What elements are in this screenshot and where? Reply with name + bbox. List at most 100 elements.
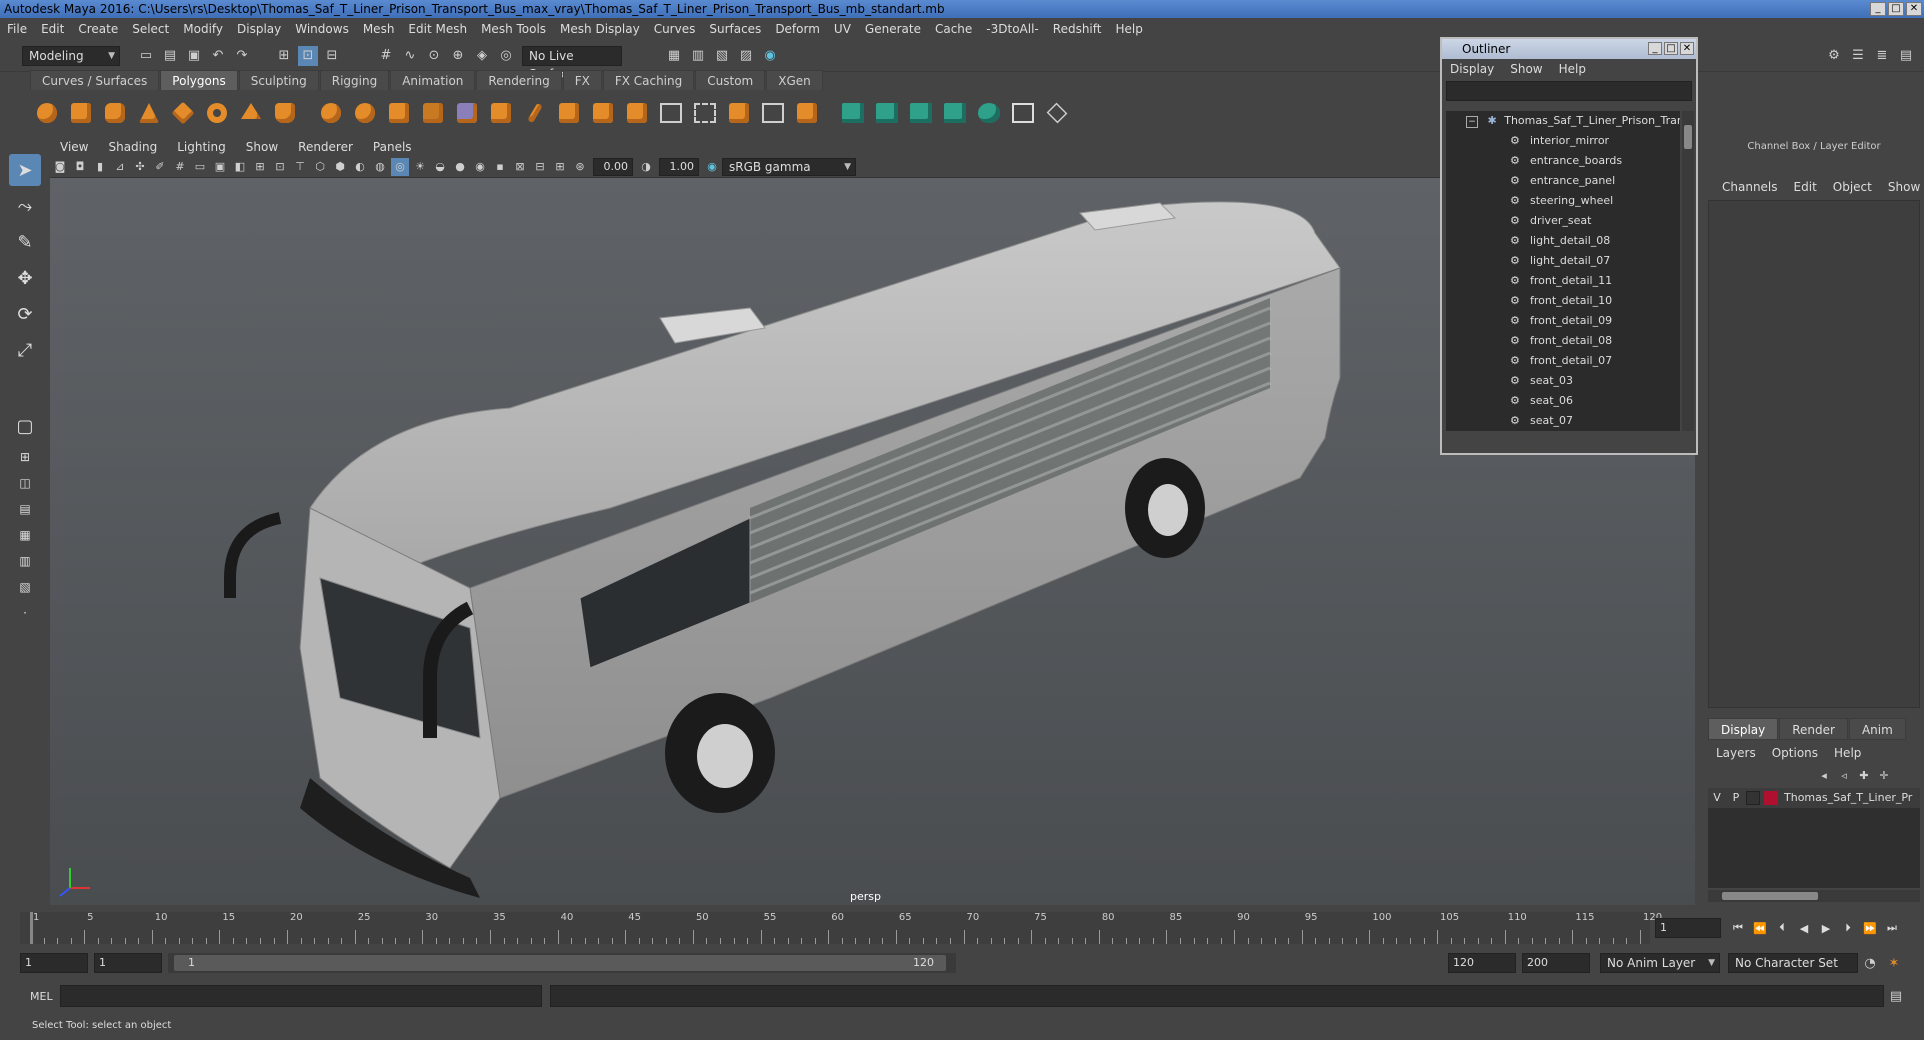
workspace-icon[interactable]: ⚙ [1824, 46, 1844, 66]
use-lights-icon[interactable]: ☀ [411, 158, 429, 176]
field-chart-icon[interactable]: ⊞ [251, 158, 269, 176]
bookmark-icon[interactable]: ▮ [91, 158, 109, 176]
command-language-label[interactable]: MEL [20, 990, 60, 1003]
play-forwards-icon[interactable]: ▶ [1815, 917, 1837, 939]
safe-title-icon[interactable]: ⊤ [291, 158, 309, 176]
outliner-item[interactable]: ⚙ driver_seat [1446, 211, 1680, 231]
menu-file[interactable]: File [0, 18, 34, 40]
character-set-dropdown[interactable]: No Character Set [1728, 953, 1858, 973]
ambient-occlusion-icon[interactable]: ● [451, 158, 469, 176]
outliner-item[interactable]: ⚙ interior_mirror [1446, 131, 1680, 151]
menu-create[interactable]: Create [71, 18, 125, 40]
layer-tab-anim[interactable]: Anim [1848, 718, 1906, 740]
outliner-item[interactable]: ⚙ seat_07 [1446, 411, 1680, 431]
select-object-icon[interactable]: ⊡ [298, 45, 318, 66]
menu-3dtoall[interactable]: -3DtoAll- [979, 18, 1045, 40]
render-view-icon[interactable]: ▨ [736, 46, 756, 66]
layer-color-swatch[interactable] [1764, 791, 1778, 805]
channel-box-icon[interactable]: ▤ [1896, 46, 1916, 66]
tool-settings-icon[interactable]: ≣ [1872, 46, 1892, 66]
menu-mesh[interactable]: Mesh [356, 18, 402, 40]
channel-menu-channels[interactable]: Channels [1714, 176, 1786, 198]
smooth-icon[interactable] [418, 98, 448, 128]
playback-end-field[interactable]: 120 [1448, 953, 1516, 973]
shelf-tab-curves-surfaces[interactable]: Curves / Surfaces [30, 70, 160, 90]
outliner-root-item[interactable]: − ✱ Thomas_Saf_T_Liner_Prison_Transp [1446, 111, 1680, 131]
poly-cone-icon[interactable] [134, 98, 164, 128]
menu-windows[interactable]: Windows [288, 18, 356, 40]
append-polygon-icon[interactable] [724, 98, 754, 128]
move-layer-up-icon[interactable]: ◂ [1815, 766, 1833, 784]
outliner-item[interactable]: ⚙ front_detail_11 [1446, 271, 1680, 291]
uv-checker-icon[interactable] [1008, 98, 1038, 128]
scene-end-field[interactable]: 200 [1522, 953, 1590, 973]
uv-spherical-icon[interactable] [906, 98, 936, 128]
current-time-indicator[interactable] [30, 912, 33, 944]
viewport-menu-renderer[interactable]: Renderer [288, 138, 363, 156]
range-slider[interactable]: 1 120 [168, 953, 956, 973]
layer-menu-options[interactable]: Options [1764, 742, 1826, 764]
graph-layout-icon[interactable]: ▦ [9, 524, 41, 546]
shelf-tab-sculpting[interactable]: Sculpting [238, 70, 319, 90]
step-forward-frame-icon[interactable]: ⏩ [1859, 917, 1881, 939]
undo-icon[interactable]: ↶ [208, 46, 228, 66]
minimize-button[interactable]: _ [1870, 2, 1886, 16]
maximize-button[interactable]: □ [1888, 2, 1904, 16]
combine-icon[interactable] [316, 98, 346, 128]
layer-menu-layers[interactable]: Layers [1708, 742, 1764, 764]
outliner-minimize-button[interactable]: _ [1648, 42, 1662, 55]
poly-plane-icon[interactable] [168, 98, 198, 128]
step-back-frame-icon[interactable]: ⏪ [1749, 917, 1771, 939]
menu-edit-mesh[interactable]: Edit Mesh [401, 18, 474, 40]
poly-torus-icon[interactable] [202, 98, 232, 128]
animation-preferences-icon[interactable]: ✶ [1884, 953, 1904, 973]
viewport-menu-panels[interactable]: Panels [363, 138, 422, 156]
poly-cube-icon[interactable] [66, 98, 96, 128]
resolution-gate-icon[interactable]: ▣ [211, 158, 229, 176]
shelf-tab-fx[interactable]: FX [562, 70, 602, 90]
render-layout-icon[interactable]: ▧ [9, 576, 41, 598]
layer-tab-display[interactable]: Display [1708, 718, 1779, 740]
render-settings-icon[interactable]: ▦ [664, 46, 684, 66]
smooth-shade-icon[interactable]: ⬢ [331, 158, 349, 176]
snap-surface-icon[interactable]: ◈ [472, 46, 492, 66]
playback-start-field[interactable]: 1 [94, 953, 162, 973]
mode-dropdown[interactable]: Modeling ▼ [22, 45, 120, 66]
outliner-item[interactable]: ⚙ entrance_boards [1446, 151, 1680, 171]
outliner-menu-help[interactable]: Help [1551, 59, 1594, 79]
merge-icon[interactable] [792, 98, 822, 128]
two-view-layout-icon[interactable]: ◫ [9, 472, 41, 494]
channel-menu-show[interactable]: Show [1880, 176, 1924, 198]
viewport-menu-lighting[interactable]: Lighting [167, 138, 236, 156]
outliner-layout-icon[interactable]: ▤ [9, 498, 41, 520]
color-management-icon[interactable]: ◉ [703, 158, 721, 176]
outliner-item[interactable]: ⚙ steering_wheel [1446, 191, 1680, 211]
paint-select-tool-icon[interactable]: ✎ [9, 226, 41, 258]
shelf-tab-xgen[interactable]: XGen [766, 70, 823, 90]
outliner-scrollbar[interactable] [1682, 111, 1694, 431]
antialias-icon[interactable]: ▪ [491, 158, 509, 176]
new-layer-selected-icon[interactable]: ✛ [1875, 766, 1893, 784]
shelf-tab-rendering[interactable]: Rendering [476, 70, 562, 90]
current-frame-field[interactable]: 1 [1655, 918, 1721, 938]
render-frame-icon[interactable]: ▥ [688, 46, 708, 66]
multi-cut-icon[interactable] [520, 98, 550, 128]
scale-tool-icon[interactable]: ⤢ [9, 334, 41, 366]
poly-sphere-icon[interactable] [32, 98, 62, 128]
menu-modify[interactable]: Modify [176, 18, 230, 40]
outliner-scroll-thumb[interactable] [1684, 125, 1692, 149]
bridge-icon[interactable] [622, 98, 652, 128]
menu-display[interactable]: Display [230, 18, 288, 40]
step-back-key-icon[interactable]: ⏴ [1771, 917, 1793, 939]
script-editor-icon[interactable]: ▤ [1886, 986, 1906, 1006]
shelf-tab-animation[interactable]: Animation [390, 70, 476, 90]
uv-editor-icon[interactable] [1042, 98, 1072, 128]
extract-icon[interactable] [384, 98, 414, 128]
safe-action-icon[interactable]: ⊡ [271, 158, 289, 176]
outliner-item[interactable]: ⚙ front_detail_09 [1446, 311, 1680, 331]
anim-layer-dropdown[interactable]: No Anim Layer ▼ [1600, 953, 1720, 973]
poly-pipe-icon[interactable] [270, 98, 300, 128]
menu-uv[interactable]: UV [827, 18, 858, 40]
more-layouts-icon[interactable]: · [9, 602, 41, 624]
grease-pencil-icon[interactable]: ✐ [151, 158, 169, 176]
